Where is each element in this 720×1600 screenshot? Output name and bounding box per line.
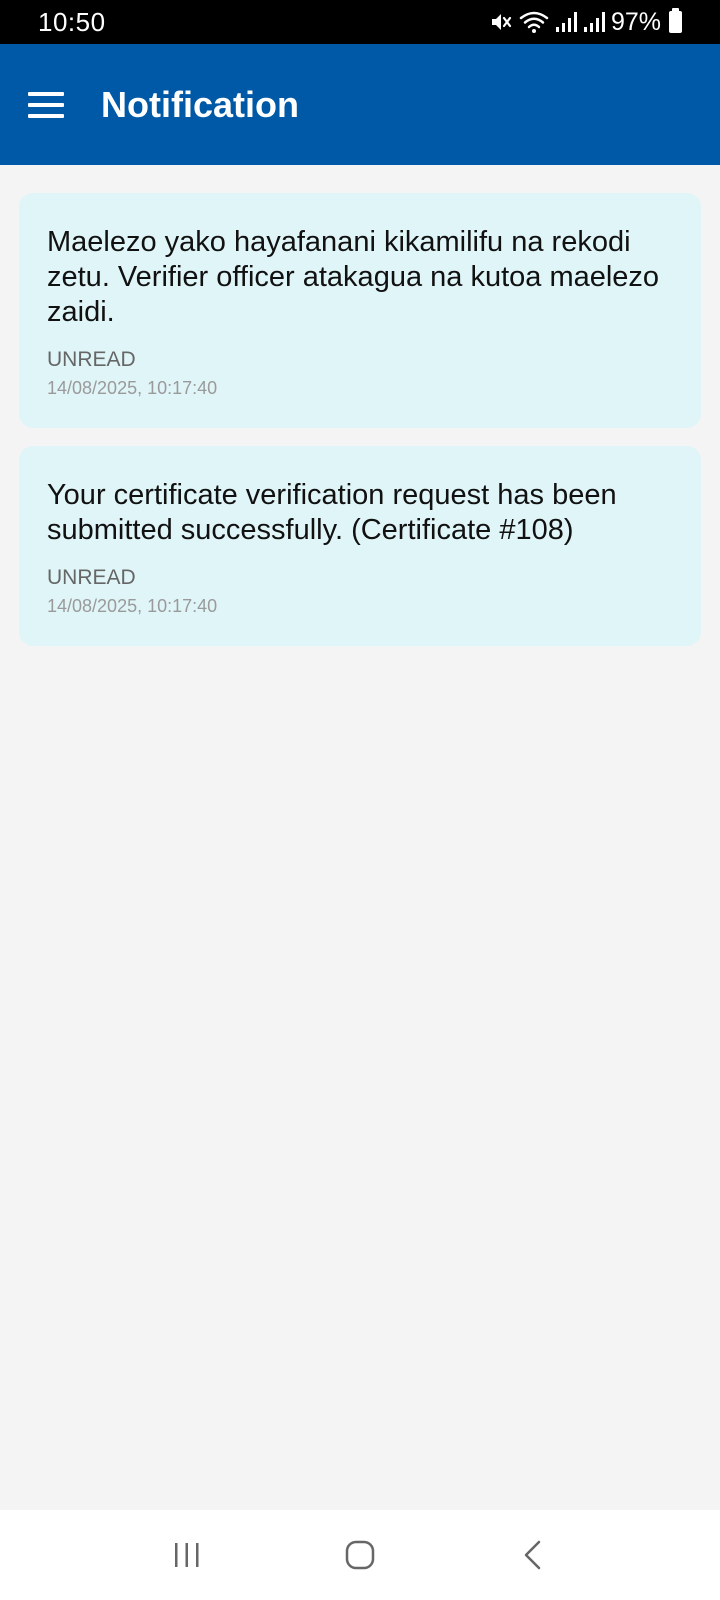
notification-card[interactable]: Maelezo yako hayafanani kikamilifu na re… bbox=[19, 193, 701, 428]
page-title: Notification bbox=[101, 83, 299, 125]
recent-apps-icon[interactable] bbox=[157, 1525, 217, 1585]
signal-icon bbox=[583, 10, 605, 34]
battery-percent: 97% bbox=[610, 7, 661, 36]
signal-icon bbox=[555, 10, 577, 34]
mute-icon bbox=[489, 10, 513, 34]
notification-timestamp: 14/08/2025, 10:17:40 bbox=[47, 596, 218, 616]
system-nav-bar bbox=[0, 1510, 720, 1600]
back-icon[interactable] bbox=[503, 1525, 563, 1585]
app-bar: Notification bbox=[0, 44, 720, 165]
notification-status: UNREAD bbox=[47, 348, 136, 371]
notification-list: Maelezo yako hayafanani kikamilifu na re… bbox=[19, 193, 701, 664]
hamburger-menu-icon[interactable] bbox=[28, 91, 64, 118]
battery-icon bbox=[669, 8, 682, 33]
status-bar: 10:50 97% bbox=[0, 0, 720, 44]
notification-screen: 10:50 97% Notification Maelezo yako haya… bbox=[0, 0, 720, 1600]
status-icons: 97% bbox=[489, 8, 682, 37]
notification-card[interactable]: Your certificate verification request ha… bbox=[19, 446, 701, 646]
notification-status: UNREAD bbox=[47, 566, 136, 589]
notification-message: Your certificate verification request ha… bbox=[47, 479, 617, 546]
notification-timestamp: 14/08/2025, 10:17:40 bbox=[47, 378, 218, 398]
notification-message: Maelezo yako hayafanani kikamilifu na re… bbox=[47, 226, 660, 328]
wifi-icon bbox=[519, 10, 549, 34]
home-icon[interactable] bbox=[330, 1525, 390, 1585]
status-time: 10:50 bbox=[38, 6, 106, 37]
